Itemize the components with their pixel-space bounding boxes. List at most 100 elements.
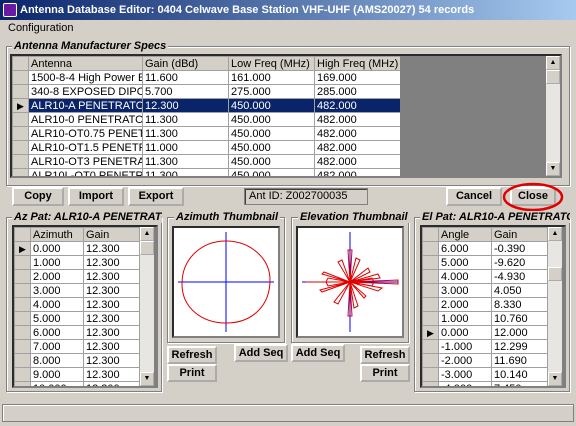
table-cell[interactable]: 11.600 — [142, 70, 229, 85]
row-header[interactable] — [422, 255, 439, 270]
table-cell[interactable]: 450.000 — [228, 112, 315, 127]
table-cell[interactable]: 4.000 — [438, 269, 492, 284]
table-cell[interactable]: 11.300 — [142, 154, 229, 169]
table-cell[interactable]: 12.300 — [83, 311, 140, 326]
table-cell[interactable]: 450.000 — [228, 140, 315, 155]
table-cell[interactable]: 1.000 — [30, 255, 84, 270]
row-header[interactable] — [14, 381, 31, 386]
table-cell[interactable]: 12.300 — [142, 98, 229, 113]
table-cell[interactable]: ALR10-A PENETRATOR F — [28, 98, 143, 113]
row-header[interactable]: ▶ — [12, 98, 29, 113]
scroll-down-icon[interactable]: ▼ — [548, 372, 562, 386]
menu-configuration[interactable]: Configuration — [8, 22, 73, 34]
az-add-seq-button[interactable]: Add Seq — [234, 344, 288, 362]
azimuth-row[interactable]: 2.000 12.300 — [14, 269, 140, 284]
table-cell[interactable]: -1.000 — [438, 339, 492, 354]
table-cell[interactable]: 12.300 — [83, 255, 140, 270]
row-header[interactable] — [12, 154, 29, 169]
az-refresh-button[interactable]: Refresh — [167, 346, 217, 364]
table-cell[interactable]: 3.000 — [438, 283, 492, 298]
az-vscrollbar[interactable]: ▲ ▼ — [140, 227, 154, 386]
table-cell[interactable]: 10.760 — [491, 311, 548, 326]
table-cell[interactable]: 12.300 — [83, 325, 140, 340]
scroll-down-icon[interactable]: ▼ — [546, 162, 560, 176]
table-cell[interactable]: 12.300 — [83, 241, 140, 256]
azimuth-row[interactable]: 7.000 12.300 — [14, 339, 140, 354]
col-header-antenna[interactable]: Antenna — [28, 56, 143, 71]
elevation-row[interactable]: -1.000 12.299 — [422, 339, 548, 354]
azimuth-row[interactable]: 3.000 12.300 — [14, 283, 140, 298]
elevation-row[interactable]: 2.000 8.330 — [422, 297, 548, 312]
elevation-row[interactable]: ▶ 0.000 12.000 — [422, 325, 548, 340]
table-cell[interactable]: 11.000 — [142, 140, 229, 155]
scroll-up-icon[interactable]: ▲ — [140, 227, 154, 241]
table-cell[interactable]: 450.000 — [228, 98, 315, 113]
azimuth-row[interactable]: 9.000 12.300 — [14, 367, 140, 382]
row-header[interactable] — [422, 283, 439, 298]
antenna-row[interactable]: 1500-8-4 High Power Expo11.600161.000169… — [12, 70, 403, 85]
table-cell[interactable]: 450.000 — [228, 126, 315, 141]
col-header-high-freq[interactable]: High Freq (MHz) — [314, 56, 403, 71]
specs-vscrollbar[interactable]: ▲ ▼ — [546, 56, 560, 176]
row-header[interactable] — [14, 367, 31, 382]
row-header[interactable]: ▶ — [14, 241, 31, 256]
row-header[interactable] — [422, 381, 439, 386]
table-cell[interactable]: 11.300 — [142, 168, 229, 176]
row-header[interactable] — [14, 339, 31, 354]
table-cell[interactable]: -2.000 — [438, 353, 492, 368]
table-cell[interactable]: -3.000 — [438, 367, 492, 382]
table-cell[interactable]: 12.300 — [83, 283, 140, 298]
table-cell[interactable]: -9.620 — [491, 255, 548, 270]
scroll-thumb[interactable] — [546, 70, 560, 84]
table-cell[interactable]: 275.000 — [228, 84, 315, 99]
row-header[interactable] — [14, 353, 31, 368]
table-cell[interactable]: 482.000 — [314, 154, 403, 169]
azimuth-row[interactable]: 4.000 12.300 — [14, 297, 140, 312]
export-button[interactable]: Export — [128, 187, 184, 206]
antenna-row[interactable]: ALR10-OT1.5 PENETRAT11.000450.000482.000 — [12, 140, 403, 155]
table-cell[interactable]: 482.000 — [314, 140, 403, 155]
table-cell[interactable]: 11.690 — [491, 353, 548, 368]
table-cell[interactable]: 9.000 — [30, 367, 84, 382]
elevation-row[interactable]: -3.000 10.140 — [422, 367, 548, 382]
table-cell[interactable]: 482.000 — [314, 112, 403, 127]
row-header[interactable] — [14, 297, 31, 312]
table-cell[interactable]: ALR10-0 PENETRATOR F — [28, 112, 143, 127]
table-cell[interactable]: 12.300 — [83, 381, 140, 386]
table-cell[interactable]: ALR10-OT0.75 PENETRA — [28, 126, 143, 141]
azimuth-row[interactable]: 6.000 12.300 — [14, 325, 140, 340]
el-pat-grid[interactable]: Angle Gain 6.000 -0.390 5.000 -9.620 4.000 -4… — [420, 225, 566, 388]
table-cell[interactable]: 5.700 — [142, 84, 229, 99]
scroll-up-icon[interactable]: ▲ — [546, 56, 560, 70]
antenna-row[interactable]: ALR10L-OT0 PENETRATC11.300450.000482.000 — [12, 168, 403, 176]
az-print-button[interactable]: Print — [167, 364, 217, 382]
el-print-button[interactable]: Print — [360, 364, 410, 382]
scroll-up-icon[interactable]: ▲ — [548, 227, 562, 241]
table-cell[interactable]: 285.000 — [314, 84, 403, 99]
table-cell[interactable]: 11.300 — [142, 126, 229, 141]
col-header-el-gain[interactable]: Gain — [491, 227, 548, 242]
row-header[interactable] — [12, 126, 29, 141]
row-header[interactable] — [12, 140, 29, 155]
table-cell[interactable]: 8.330 — [491, 297, 548, 312]
table-cell[interactable]: 1.000 — [438, 311, 492, 326]
row-header[interactable] — [12, 168, 29, 176]
table-cell[interactable]: 7.450 — [491, 381, 548, 386]
azimuth-row[interactable]: 1.000 12.300 — [14, 255, 140, 270]
table-cell[interactable]: 169.000 — [314, 70, 403, 85]
table-cell[interactable]: 4.000 — [30, 297, 84, 312]
row-header[interactable] — [422, 269, 439, 284]
table-cell[interactable]: 2.000 — [30, 269, 84, 284]
table-cell[interactable]: 4.050 — [491, 283, 548, 298]
antenna-row[interactable]: ALR10-0 PENETRATOR F11.300450.000482.000 — [12, 112, 403, 127]
elevation-row[interactable]: 6.000 -0.390 — [422, 241, 548, 256]
col-header-angle[interactable]: Angle — [438, 227, 492, 242]
row-header[interactable] — [422, 353, 439, 368]
table-cell[interactable]: 12.300 — [83, 353, 140, 368]
cancel-button[interactable]: Cancel — [446, 187, 502, 206]
row-header[interactable] — [422, 241, 439, 256]
col-header-azimuth[interactable]: Azimuth — [30, 227, 84, 242]
antenna-row[interactable]: ALR10-OT0.75 PENETRA11.300450.000482.000 — [12, 126, 403, 141]
table-cell[interactable]: 482.000 — [314, 168, 403, 176]
row-header[interactable] — [14, 255, 31, 270]
